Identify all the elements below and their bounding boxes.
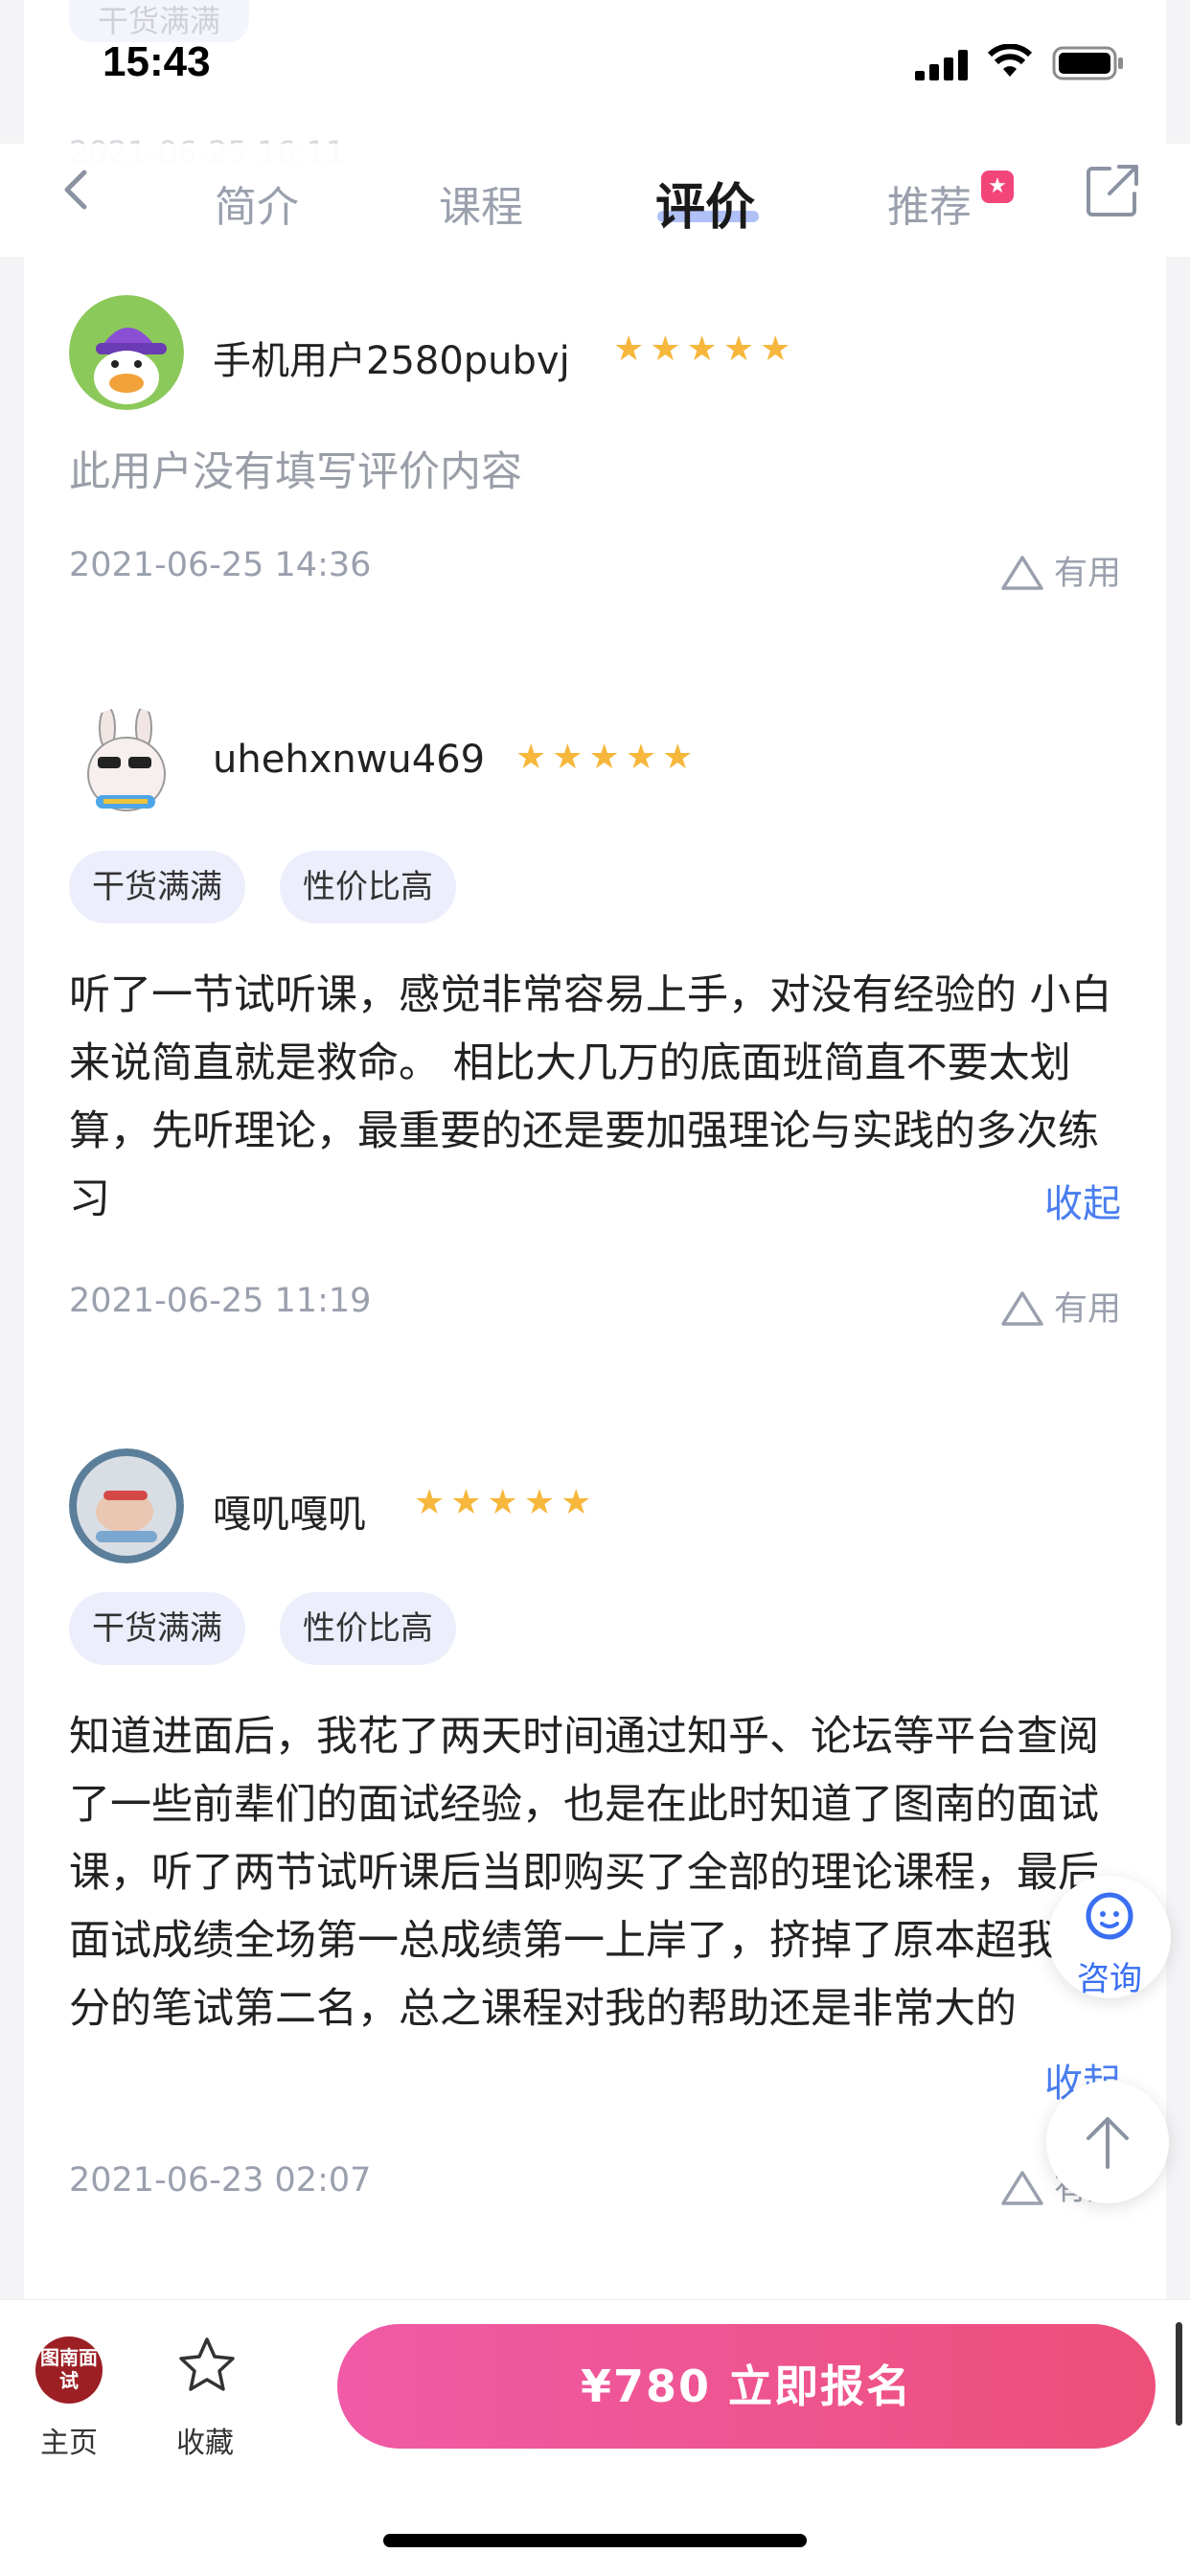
- review-date: 2021-06-25 14:36: [69, 546, 372, 584]
- useful-label: 有用: [1053, 1290, 1121, 1329]
- back-to-top-button[interactable]: [1046, 2081, 1169, 2203]
- consult-button[interactable]: 咨询: [1048, 1876, 1171, 1998]
- username: 手机用户2580pubvj: [213, 339, 570, 383]
- review-tag: 性价比高: [280, 851, 456, 923]
- avatar[interactable]: [69, 295, 184, 410]
- star-outline-icon[interactable]: [176, 2335, 238, 2396]
- enroll-button[interactable]: ¥780 立即报名: [337, 2324, 1156, 2449]
- review-item: 嘎叽嘎叽 ★★★★★ 干货满满 性价比高 知道进面后，我花了两天时间通过知乎、论…: [69, 1448, 1121, 2215]
- thumb-triangle-icon: [1001, 1291, 1043, 1326]
- review-tag: 性价比高: [280, 1592, 456, 1665]
- collapse-link[interactable]: 收起: [1044, 1173, 1121, 1228]
- home-indicator[interactable]: [383, 2534, 807, 2547]
- rating-stars: ★★★★★: [613, 330, 797, 369]
- home-label[interactable]: 主页: [40, 2419, 98, 2461]
- favorite-label[interactable]: 收藏: [176, 2419, 234, 2461]
- battery-icon: [1052, 46, 1123, 80]
- review-date: 2021-06-23 02:07: [69, 2161, 372, 2200]
- wifi-icon: [987, 44, 1033, 77]
- status-bar: 15:43: [0, 0, 1190, 125]
- review-date: 2021-06-25 11:19: [69, 1282, 372, 1320]
- back-arrow-icon[interactable]: [50, 161, 107, 218]
- right-gutter: [1166, 0, 1190, 2575]
- avatar[interactable]: [69, 1448, 184, 1563]
- thumb-triangle-icon: [1001, 2171, 1043, 2205]
- share-icon[interactable]: [1081, 159, 1144, 222]
- tab-recommend[interactable]: 推荐: [887, 172, 972, 234]
- star-badge-icon: ★: [981, 171, 1014, 203]
- review-tag: 干货满满: [69, 851, 245, 923]
- useful-label: 有用: [1053, 555, 1121, 593]
- review-content: 听了一节试听课，感觉非常容易上手，对没有经验的 小白来说简直就是救命。 相比大几…: [69, 971, 1112, 1223]
- useful-button[interactable]: 有用: [1000, 1282, 1121, 1331]
- home-logo-icon[interactable]: 图南面试: [35, 2337, 103, 2404]
- tab-intro[interactable]: 简介: [215, 172, 299, 234]
- review-content: 知道进面后，我花了两天时间通过知乎、论坛等平台查阅了一些前辈们的面试经验，也是在…: [69, 1713, 1099, 2033]
- avatar[interactable]: [69, 707, 184, 822]
- scrollbar[interactable]: [1176, 2322, 1182, 2426]
- useful-button[interactable]: 有用: [1000, 546, 1121, 595]
- tab-reviews[interactable]: 评价: [655, 167, 755, 239]
- username: uhehxnwu469: [213, 738, 486, 782]
- review-item: uhehxnwu469 ★★★★★ 干货满满 性价比高 听了一节试听课，感觉非常…: [69, 707, 1121, 1339]
- top-navigation: 简介 课程 评价 推荐 ★: [0, 144, 1190, 257]
- thumb-triangle-icon: [1001, 556, 1043, 590]
- status-time: 15:43: [103, 38, 211, 85]
- rating-stars: ★★★★★: [414, 1483, 598, 1522]
- arrow-up-icon: [1087, 2117, 1129, 2169]
- review-tag: 干货满满: [69, 1592, 245, 1665]
- review-item: 手机用户2580pubvj ★★★★★ 此用户没有填写评价内容 2021-06-…: [69, 295, 1121, 602]
- tab-courses[interactable]: 课程: [439, 172, 523, 234]
- rating-stars: ★★★★★: [515, 738, 699, 777]
- username: 嘎叽嘎叽: [213, 1493, 366, 1537]
- cellular-signal-icon: [915, 50, 968, 80]
- consult-label: 咨询: [1077, 1960, 1142, 1998]
- customer-service-icon: [1086, 1892, 1133, 1940]
- left-gutter: [0, 0, 24, 2575]
- review-content: 此用户没有填写评价内容: [69, 448, 522, 496]
